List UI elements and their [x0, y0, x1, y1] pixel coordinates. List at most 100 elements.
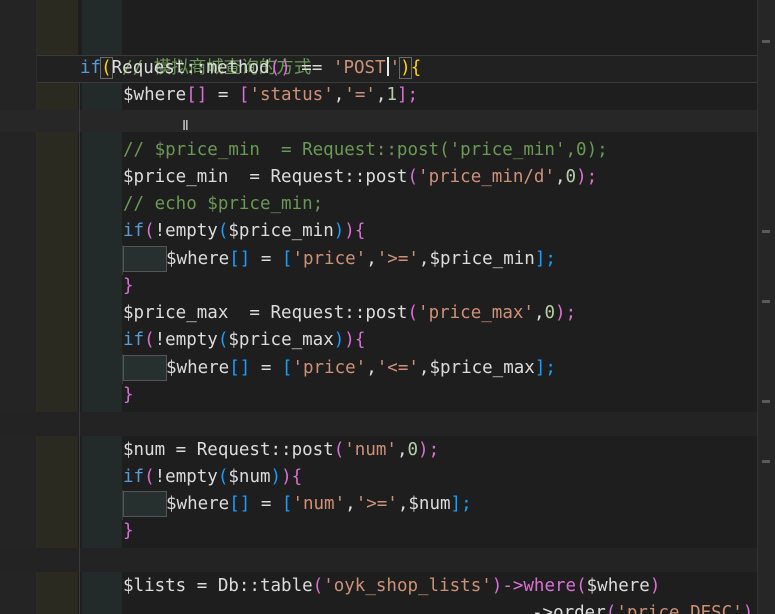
code-line-11[interactable]: $price_max = Request::post('price_max',0… — [123, 300, 576, 327]
bracket: ( — [407, 167, 419, 187]
minimap-marker — [762, 460, 770, 463]
bracket: ]; — [534, 358, 556, 378]
text-cursor — [386, 57, 389, 76]
empty-line-highlight — [0, 110, 775, 132]
code-token: , — [533, 303, 545, 323]
bracket: ( — [144, 330, 155, 350]
string: 'price_max' — [418, 303, 534, 323]
code-line-8[interactable]: if(!empty($price_min)){ — [123, 218, 365, 245]
code-token: $price_min = Request::post — [123, 167, 408, 187]
code-line-2[interactable]: if(Request::method() == 'POST '){ — [80, 55, 421, 82]
bracket: [ — [238, 85, 250, 105]
code-line-3[interactable]: $where[] = ['status','=',1]; — [123, 82, 418, 109]
code-line-13[interactable]: $where[] = ['price','<=',$price_max]; — [166, 355, 556, 382]
string: '<=' — [376, 358, 419, 378]
code-token: $where — [166, 249, 230, 269]
bracket: ); — [576, 167, 598, 187]
bracket: ( — [217, 221, 229, 241]
bracket: ) — [333, 330, 345, 350]
code-token: $num — [228, 467, 271, 487]
minimap-marker — [762, 300, 770, 303]
string: 'price_min/d' — [418, 167, 555, 187]
indent-highlight-box — [123, 355, 167, 381]
code-token: = — [207, 85, 239, 105]
code-line-10[interactable]: } — [123, 273, 134, 300]
bracket: ( — [333, 440, 345, 460]
comment: // echo $price_min; — [123, 194, 324, 214]
code-token: ->order — [532, 603, 606, 614]
bracket: [ — [281, 358, 293, 378]
code-line-9[interactable]: $where[] = ['price','>=',$price_min]; — [166, 246, 556, 273]
bracket: () — [269, 58, 291, 78]
code-line-21[interactable]: $lists = Db::table ( 'oyk_shop_lists')->wh… — [123, 573, 660, 600]
string: ' — [389, 58, 401, 78]
string: 'POST — [332, 58, 386, 78]
bracket: [] — [229, 358, 251, 378]
string: 'status' — [249, 85, 334, 105]
bracket: ( — [217, 467, 229, 487]
bracket: ( — [217, 330, 229, 350]
code-line-12[interactable]: if(!empty($price_max)){ — [123, 327, 365, 354]
editor-scrollbar[interactable] — [757, 0, 775, 614]
indent-guide — [79, 82, 80, 614]
code-token: $price_min — [228, 221, 334, 241]
string: '=' — [344, 85, 376, 105]
code-token: , — [396, 440, 408, 460]
code-editor[interactable]: // 模拟商城查询的方式 if(Request::method() == 'PO… — [0, 0, 775, 614]
string: 'num' — [344, 440, 397, 460]
bracket: ) — [399, 57, 412, 79]
string: 'price DESC' — [616, 603, 743, 614]
code-token: ,$price_max — [418, 358, 535, 378]
code-line-22[interactable]: ->order('price DESC') — [532, 600, 753, 614]
bracket: { — [354, 221, 366, 241]
bracket: [ — [281, 494, 293, 514]
string: '>=' — [376, 249, 419, 269]
minimap-marker — [762, 400, 770, 403]
code-token: , — [555, 167, 566, 187]
code-line-5[interactable]: // $price_min = Request::post('price_min… — [123, 137, 608, 164]
code-line-17[interactable]: if(!empty($num)){ — [123, 464, 302, 491]
code-token: $num = Request::post — [123, 440, 334, 460]
bracket: ); — [555, 303, 577, 323]
bracket: } — [123, 385, 134, 405]
string: 'price' — [292, 249, 367, 269]
code-line-7[interactable]: // echo $price_min; — [123, 191, 323, 218]
code-token: ,$price_min — [418, 249, 535, 269]
comment: // $price_min = Request::post('price_min… — [123, 140, 608, 160]
indent-band-1 — [37, 0, 78, 614]
bracket: ) — [742, 603, 754, 614]
number: 1 — [386, 85, 397, 105]
string: '>=' — [355, 494, 398, 514]
code-token: $lists = Db::table — [123, 576, 313, 596]
code-line-14[interactable]: } — [123, 382, 134, 409]
bracket: ( — [576, 576, 587, 596]
code-line-18[interactable]: $where[] = ['num','>=',$num]; — [166, 491, 472, 518]
bracket: ]; — [534, 249, 556, 269]
code-line-6[interactable]: $price_min = Request::post('price_min/d'… — [123, 164, 597, 191]
bracket: ) — [281, 467, 292, 487]
code-token: , — [366, 358, 377, 378]
code-token: $price_max = Request::post — [123, 303, 408, 323]
bracket: ) — [270, 467, 282, 487]
bracket: ( — [407, 303, 419, 323]
empty-line-highlight — [0, 412, 775, 436]
code-line-1[interactable]: // 模拟商城查询的方式 — [80, 28, 311, 78]
code-line-16[interactable]: $num = Request::post('num',0); — [123, 437, 439, 464]
number: 0 — [565, 167, 577, 187]
minimap-marker — [762, 230, 770, 233]
code-token: $where — [123, 85, 187, 105]
bracket: { — [354, 330, 366, 350]
code-token: = — [250, 494, 282, 514]
bracket: ( — [605, 603, 617, 614]
code-token: !empty — [154, 467, 218, 487]
bracket: } — [123, 276, 134, 296]
minimap-marker — [762, 40, 770, 43]
code-token: $where — [586, 576, 650, 596]
bracket: ) — [649, 576, 661, 596]
bracket: ( — [144, 467, 155, 487]
string: 'oyk_shop_lists' — [323, 576, 492, 596]
code-line-19[interactable]: } — [123, 518, 134, 545]
bracket: ) — [333, 221, 345, 241]
code-token: )->where — [491, 576, 577, 596]
string: 'price' — [292, 358, 367, 378]
